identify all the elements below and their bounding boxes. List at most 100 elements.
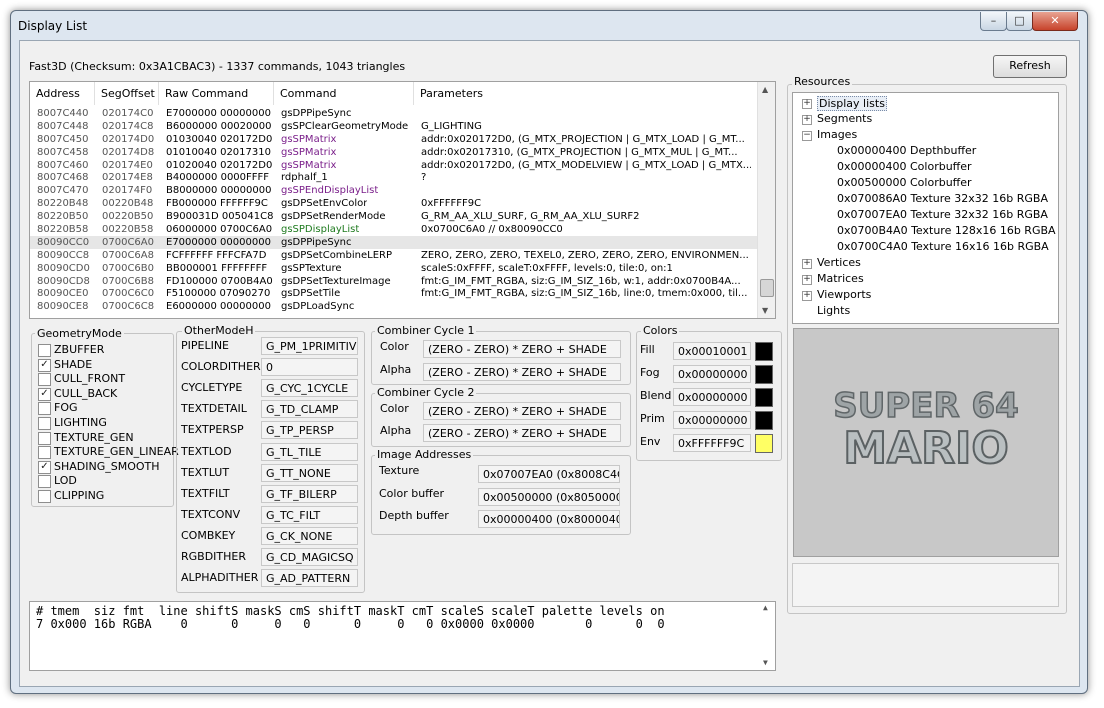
command-row[interactable]: 8007C448 020174C8 B6000000 00020000 gsSPCle… xyxy=(30,120,757,133)
checkbox-fog[interactable] xyxy=(38,402,51,416)
preview-logo-top: SUPER 64 xyxy=(833,386,1019,426)
image-address-label: Texture xyxy=(379,464,420,477)
cell-address: 8007C470 xyxy=(37,185,89,197)
color-value-field[interactable]: 0x00010001 xyxy=(673,342,751,360)
command-row[interactable]: 8007C470 020174F0 B8000000 00000000 gsSPEnd… xyxy=(30,184,757,197)
cell-raw-command: B8000000 00000000 xyxy=(166,185,272,197)
checkbox-cull-back[interactable]: ✓ xyxy=(38,387,51,401)
other-mode-field[interactable]: G_CK_NONE xyxy=(261,526,358,545)
checkbox-texture-gen[interactable] xyxy=(38,431,51,445)
cell-raw-command: BB000001 FFFFFFFF xyxy=(166,262,268,274)
command-row[interactable]: 80220B50 00220B50 B900031D 005041C8 gsDPSet… xyxy=(30,210,757,223)
command-row[interactable]: 8007C460 020174E0 01020040 020172D0 gsSPMat… xyxy=(30,159,757,172)
command-row[interactable]: 8007C440 020174C0 E7000000 00000000 gsDPPip… xyxy=(30,107,757,120)
expand-icon[interactable]: + xyxy=(802,275,812,285)
scroll-up-icon[interactable]: ▲ xyxy=(762,85,768,94)
command-row[interactable]: 80090CC8 0700C6A8 FCFFFFFF FFFCFA7D gsDPSet… xyxy=(30,249,757,262)
image-address-field[interactable]: 0x00000400 (0x80000400) xyxy=(478,510,620,528)
checkbox-texture-gen-linear[interactable] xyxy=(38,446,51,460)
command-row[interactable]: 80090CC0 0700C6A0 E7000000 00000000 gsDPPip… xyxy=(30,235,757,249)
expand-icon[interactable]: + xyxy=(802,259,812,269)
tile-scroll-up-icon[interactable]: ▲ xyxy=(763,603,768,612)
scroll-down-icon[interactable]: ▼ xyxy=(762,306,768,315)
tree-node[interactable]: Display lists xyxy=(817,96,887,111)
cell-command: gsSPDisplayList xyxy=(281,224,360,236)
color-value-field[interactable]: 0x00000000 xyxy=(673,388,751,406)
close-button[interactable]: ✕ xyxy=(1032,12,1078,31)
combiner1-alpha-field[interactable]: (ZERO - ZERO) * ZERO + SHADE xyxy=(423,363,621,381)
expand-icon[interactable]: + xyxy=(802,291,812,301)
tree-node[interactable]: Lights xyxy=(817,304,850,317)
maximize-button[interactable]: □ xyxy=(1006,12,1033,31)
command-row[interactable]: 80220B48 00220B48 FB000000 FFFFFF9C gsDPSet… xyxy=(30,197,757,210)
column-header-address[interactable]: Address xyxy=(30,82,95,105)
checkbox-lighting[interactable] xyxy=(38,417,51,430)
cell-address: 8007C448 xyxy=(37,120,89,132)
collapse-icon[interactable]: − xyxy=(802,131,812,141)
scroll-thumb[interactable] xyxy=(760,279,774,297)
other-mode-field[interactable]: G_TP_PERSP xyxy=(261,421,358,440)
column-header-raw-command[interactable]: Raw Command xyxy=(159,82,274,105)
tree-node[interactable]: 0x0700C4A0 Texture 16x16 16b RGBA xyxy=(837,240,1049,253)
command-row[interactable]: 80090CE0 0700C6C0 F5100000 07090270 gsDPSet… xyxy=(30,287,757,300)
tree-node[interactable]: 0x0700B4A0 Texture 128x16 16b RGBA xyxy=(837,224,1056,237)
image-address-field[interactable]: 0x00500000 (0x80500000) xyxy=(478,487,620,506)
refresh-button[interactable]: Refresh xyxy=(993,55,1067,78)
command-row[interactable]: 8007C450 020174D0 01030040 020172D0 gsSPMat… xyxy=(30,133,757,146)
checkbox-shading-smooth[interactable]: ✓ xyxy=(38,460,51,474)
tile-scroll-down-icon[interactable]: ▼ xyxy=(763,658,768,667)
tree-node[interactable]: 0x070086A0 Texture 32x32 16b RGBA xyxy=(837,192,1048,205)
column-header-parameters[interactable]: Parameters xyxy=(414,82,757,105)
other-mode-field[interactable]: G_CD_MAGICSQ xyxy=(261,548,358,566)
column-header-segoffset[interactable]: SegOffset xyxy=(95,82,159,105)
tile-info-box[interactable]: # tmem siz fmt line shiftS maskS cmS shi… xyxy=(29,601,776,671)
command-list[interactable]: Address SegOffset Raw Command Command Pa… xyxy=(29,81,776,319)
other-mode-field[interactable]: G_TL_TILE xyxy=(261,442,358,461)
command-list-scrollbar[interactable]: ▲ ▼ xyxy=(757,82,775,318)
checkbox-clipping[interactable] xyxy=(38,490,51,503)
checkbox-shade[interactable]: ✓ xyxy=(38,358,51,372)
other-mode-field[interactable]: G_TC_FILT xyxy=(261,505,358,524)
tree-node[interactable]: 0x00000400 Depthbuffer xyxy=(837,144,976,157)
minimize-button[interactable]: – xyxy=(980,12,1007,31)
expand-icon[interactable]: + xyxy=(802,99,812,109)
tree-node[interactable]: Matrices xyxy=(817,272,864,285)
color-value-field[interactable]: 0x00000000 xyxy=(673,411,751,429)
tree-node[interactable]: 0x00000400 Colorbuffer xyxy=(837,160,972,173)
tree-node[interactable]: Viewports xyxy=(817,288,871,301)
command-row[interactable]: 80090CE8 0700C6C8 E6000000 00000000 gsDPLoa… xyxy=(30,300,757,313)
checkbox-lod[interactable] xyxy=(38,475,51,489)
other-mode-field[interactable]: G_TF_BILERP xyxy=(261,484,358,503)
command-row[interactable]: 80090CD0 0700C6B0 BB000001 FFFFFFFF gsSPTex… xyxy=(30,262,757,275)
tree-node[interactable]: Images xyxy=(817,128,857,141)
cell-parameters: addr:0x020172D0, (G_MTX_MODELVIEW | G_MT… xyxy=(421,159,751,171)
tree-node[interactable]: Vertices xyxy=(817,256,861,269)
cell-raw-command: 01030040 020172D0 xyxy=(166,133,273,145)
other-mode-field[interactable]: G_TD_CLAMP xyxy=(261,400,358,419)
tree-node[interactable]: 0x07007EA0 Texture 32x32 16b RGBA xyxy=(837,208,1048,221)
combiner2-alpha-field[interactable]: (ZERO - ZERO) * ZERO + SHADE xyxy=(423,424,621,442)
color-value-field[interactable]: 0xFFFFFF9C xyxy=(673,434,751,452)
color-label: Blend xyxy=(640,389,672,402)
combiner1-color-field[interactable]: (ZERO - ZERO) * ZERO + SHADE xyxy=(423,340,621,358)
other-mode-field[interactable]: 0 xyxy=(261,358,358,377)
image-address-field[interactable]: 0x07007EA0 (0x8008C4C0) xyxy=(478,465,620,483)
tree-node[interactable]: Segments xyxy=(817,112,872,125)
tree-node[interactable]: 0x00500000 Colorbuffer xyxy=(837,176,972,189)
other-mode-field[interactable]: G_TT_NONE xyxy=(261,463,358,482)
command-row[interactable]: 8007C458 020174D8 01010040 02017310 gsSPMat… xyxy=(30,146,757,159)
color-value-field[interactable]: 0x00000000 xyxy=(673,365,751,383)
other-mode-field[interactable]: G_AD_PATTERN xyxy=(261,569,358,588)
column-header-command[interactable]: Command xyxy=(274,82,414,105)
combiner2-color-field[interactable]: (ZERO - ZERO) * ZERO + SHADE xyxy=(423,402,621,420)
checkbox-cull-front[interactable] xyxy=(38,373,51,387)
command-row[interactable]: 8007C468 020174E8 B4000000 0000FFFF rdphalf… xyxy=(30,171,757,184)
other-mode-field[interactable]: G_PM_1PRIMITIVE xyxy=(261,337,358,355)
command-row[interactable]: 80090CD8 0700C6B8 FD100000 0700B4A0 gsDPSet… xyxy=(30,275,757,288)
expand-icon[interactable]: + xyxy=(802,115,812,125)
command-row[interactable]: 80220B58 00220B58 06000000 0700C6A0 gsSPDis… xyxy=(30,223,757,236)
resources-tree[interactable]: + Display lists + Segments − Images 0x00000400… xyxy=(792,92,1059,324)
checkbox-zbuffer[interactable] xyxy=(38,344,51,357)
cell-command: gsSPTexture xyxy=(281,262,342,274)
other-mode-field[interactable]: G_CYC_1CYCLE xyxy=(261,379,358,398)
